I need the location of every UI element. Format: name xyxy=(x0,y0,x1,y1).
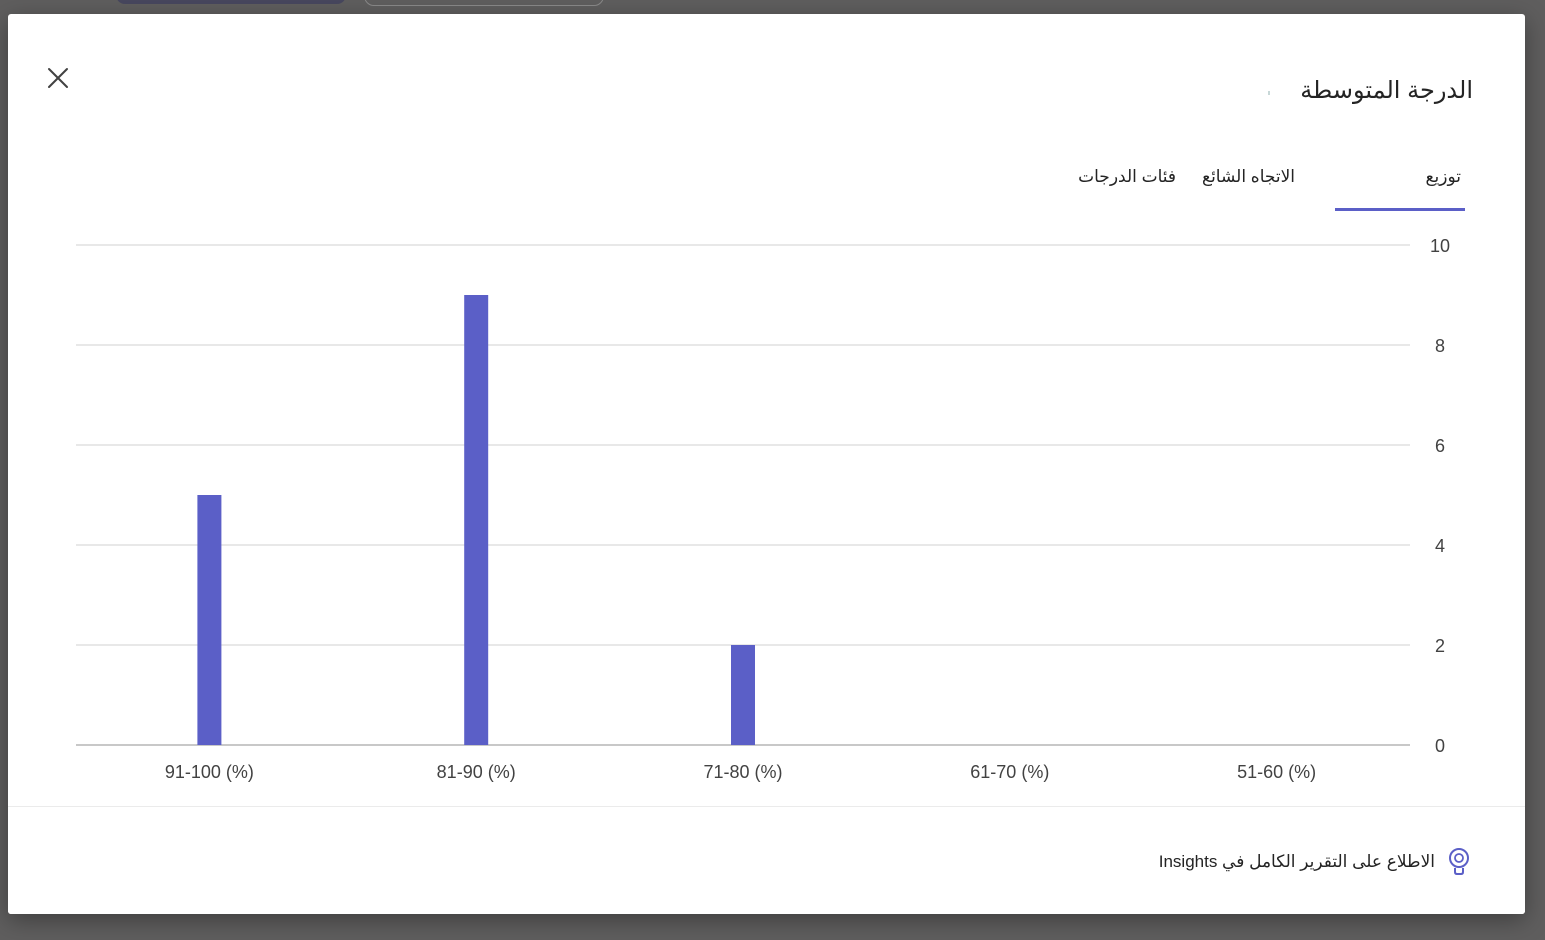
y-tick-label: 8 xyxy=(1435,336,1445,356)
tab-trend[interactable]: الاتجاه الشائع xyxy=(1198,164,1299,210)
x-tick-label: 81-90 (%) xyxy=(437,762,516,782)
tab-list: توزيع الاتجاه الشائع فئات الدرجات xyxy=(1074,164,1465,212)
decorative-dot xyxy=(1268,91,1270,95)
tab-label: الاتجاه الشائع xyxy=(1202,167,1295,186)
y-tick-label: 6 xyxy=(1435,436,1445,456)
bar xyxy=(197,495,222,745)
bar-chart: 0 2 4 6 8 10 51-60 (%) 61-70 (%) 71-80 (%) 81-90 … xyxy=(76,236,1450,782)
tab-label: توزيع xyxy=(1425,167,1461,186)
lightbulb-icon xyxy=(1449,848,1469,875)
insights-link-label: الاطلاع على التقرير الكامل في Insights xyxy=(1158,852,1435,871)
dialog-title: الدرجة المتوسطة xyxy=(1300,77,1473,104)
bar xyxy=(731,645,755,745)
y-tick-label: 2 xyxy=(1435,636,1445,656)
bar xyxy=(464,295,489,745)
y-tick-label: 10 xyxy=(1430,236,1450,256)
background-button xyxy=(116,0,346,4)
close-button[interactable] xyxy=(44,64,72,92)
x-tick-label: 61-70 (%) xyxy=(970,762,1049,782)
dialog-footer: الاطلاع على التقرير الكامل في Insights xyxy=(8,806,1525,914)
average-score-dialog: الدرجة المتوسطة توزيع الاتجاه الشائع فئا… xyxy=(8,14,1525,914)
background-button xyxy=(364,0,604,6)
distribution-chart: 0 2 4 6 8 10 51-60 (%) 61-70 (%) 71-80 (%) 81-90 … xyxy=(8,229,1525,809)
tab-score-categories[interactable]: فئات الدرجات xyxy=(1074,164,1180,210)
tab-label: فئات الدرجات xyxy=(1078,167,1177,186)
x-tick-label: 51-60 (%) xyxy=(1237,762,1316,782)
y-tick-label: 0 xyxy=(1435,736,1445,756)
tab-distribution[interactable]: توزيع xyxy=(1335,164,1465,211)
insights-report-link[interactable]: الاطلاع على التقرير الكامل في Insights xyxy=(1159,847,1471,877)
close-icon xyxy=(48,68,68,88)
x-tick-label: 71-80 (%) xyxy=(703,762,782,782)
y-tick-label: 4 xyxy=(1435,536,1445,556)
x-tick-label: 91-100 (%) xyxy=(165,762,254,782)
